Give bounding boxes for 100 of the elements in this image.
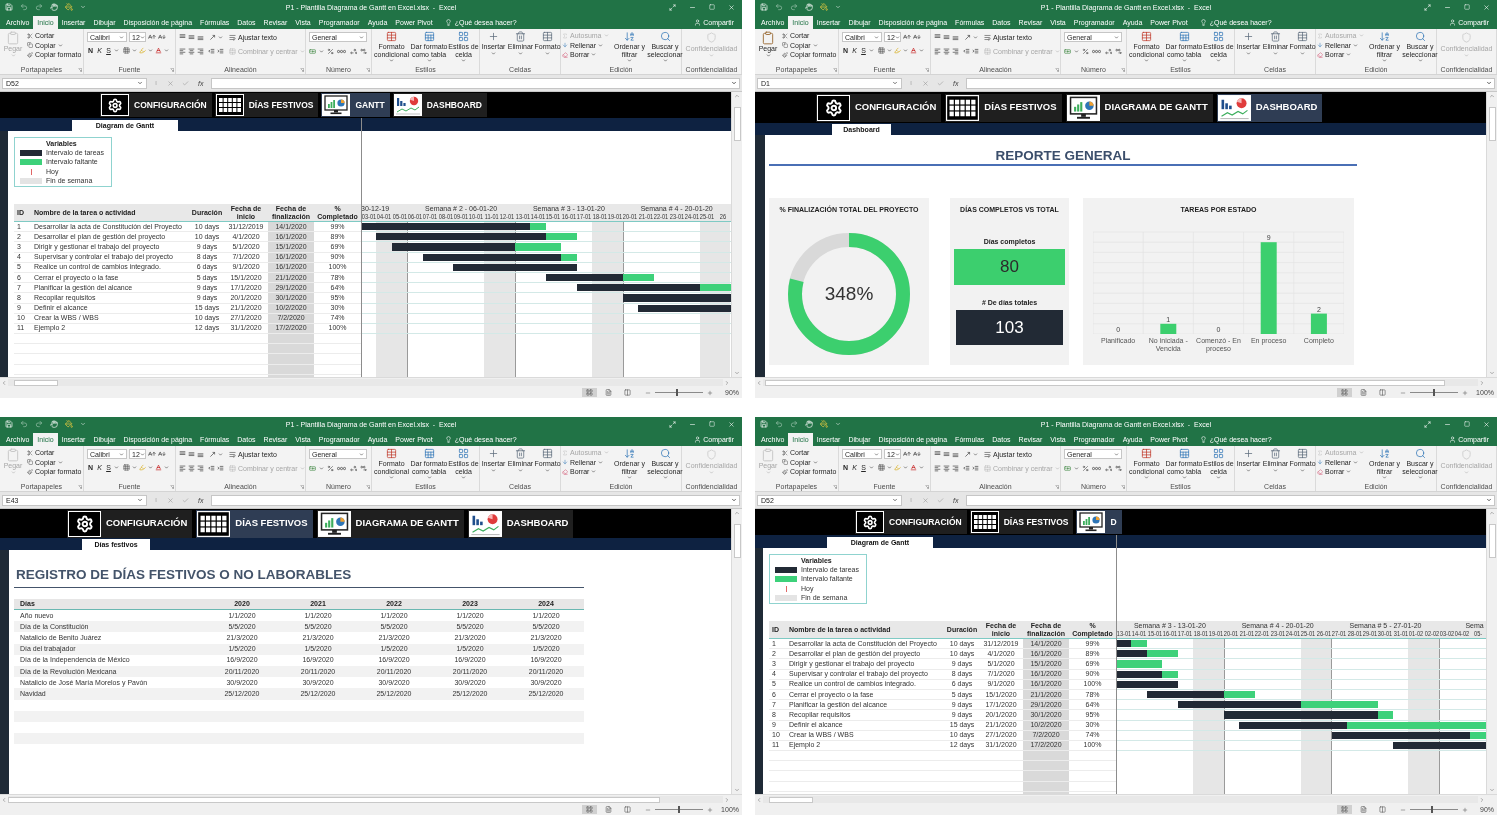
x-icon[interactable]	[922, 496, 929, 504]
decimal-decrease-icon[interactable]	[360, 464, 367, 472]
align-middle-icon[interactable]	[188, 33, 195, 41]
save-icon[interactable]	[760, 420, 768, 428]
indent-increase-icon[interactable]	[972, 47, 979, 55]
hand-icon[interactable]	[50, 3, 58, 11]
decimal-decrease-icon[interactable]	[1115, 464, 1122, 472]
horizontal-scrollbar[interactable]	[763, 796, 1478, 803]
scroll-left-icon[interactable]	[756, 796, 762, 803]
align-bottom-icon[interactable]	[197, 33, 204, 41]
highlighter-icon[interactable]	[894, 464, 901, 471]
formula-input[interactable]	[211, 494, 740, 506]
nav-tab[interactable]: DÍAS FESTIVOS	[214, 93, 319, 117]
nav-tab[interactable]: GANTT	[321, 93, 390, 117]
diagonal-arrow-icon[interactable]	[209, 450, 216, 458]
paint-bucket-icon[interactable]	[820, 3, 828, 11]
view-button[interactable]	[1337, 805, 1352, 814]
diagonal-arrow-icon[interactable]	[209, 33, 216, 41]
expand-arrows-icon[interactable]	[669, 420, 676, 428]
align-right-icon[interactable]	[952, 464, 959, 472]
horizontal-scrollbar[interactable]	[8, 379, 723, 386]
corner-arrow-icon[interactable]	[1121, 67, 1125, 72]
expand-arrows-icon[interactable]	[669, 3, 676, 11]
align-bottom-icon[interactable]	[197, 450, 204, 458]
corner-arrow-icon[interactable]	[1055, 67, 1059, 72]
font-color-icon[interactable]	[910, 47, 917, 54]
zoom-slider-thumb[interactable]	[675, 389, 678, 396]
nav-tab[interactable]: CONFIGURACIÓN	[100, 93, 212, 117]
vertical-scrollbar[interactable]	[731, 509, 742, 794]
plus-icon[interactable]	[707, 806, 713, 813]
a-arrow-up-icon[interactable]	[903, 450, 911, 458]
minus-icon[interactable]	[1400, 806, 1406, 813]
hand-icon[interactable]	[50, 420, 58, 428]
a-arrow-up-icon[interactable]	[148, 450, 156, 458]
highlighter-icon[interactable]	[894, 47, 901, 54]
align-right-icon[interactable]	[197, 464, 204, 472]
align-left-icon[interactable]	[934, 464, 941, 472]
corner-arrow-icon[interactable]	[1055, 484, 1059, 489]
align-middle-icon[interactable]	[943, 450, 950, 458]
expand-arrows-icon[interactable]	[1424, 3, 1431, 11]
nav-tab[interactable]: DASHBOARD	[467, 509, 574, 538]
scrollbar-thumb[interactable]	[1488, 107, 1496, 141]
nav-tab[interactable]: DIAGRAMA DE GANTT	[316, 509, 464, 538]
percent-icon[interactable]	[327, 47, 334, 55]
scroll-down-icon[interactable]	[1489, 787, 1495, 793]
font-color-icon[interactable]	[155, 47, 162, 54]
percent-icon[interactable]	[327, 464, 334, 472]
corner-arrow-icon[interactable]	[366, 484, 370, 489]
align-bottom-icon[interactable]	[952, 450, 959, 458]
minus-icon[interactable]	[645, 389, 651, 396]
circles-icon[interactable]	[337, 48, 346, 54]
decimal-increase-icon[interactable]	[1105, 47, 1112, 55]
scroll-left-icon[interactable]	[1, 379, 7, 386]
undo-icon[interactable]	[775, 3, 783, 11]
scrollbar-thumb[interactable]	[733, 107, 741, 141]
view-button[interactable]	[582, 805, 597, 814]
align-left-icon[interactable]	[179, 464, 186, 472]
indent-decrease-icon[interactable]	[963, 464, 970, 472]
a-arrow-up-icon[interactable]	[148, 33, 156, 41]
table-grid-icon[interactable]	[123, 464, 130, 471]
align-center-icon[interactable]	[943, 47, 950, 55]
scroll-down-icon[interactable]	[734, 787, 740, 793]
check-icon[interactable]	[182, 496, 189, 504]
save-icon[interactable]	[760, 3, 768, 11]
nav-tab[interactable]: CONFIGURACIÓN	[855, 510, 967, 534]
plus-icon[interactable]	[1462, 389, 1468, 396]
zoom-slider-thumb[interactable]	[1430, 806, 1433, 813]
align-center-icon[interactable]	[943, 464, 950, 472]
scroll-right-icon[interactable]	[1479, 379, 1485, 386]
highlighter-icon[interactable]	[139, 47, 146, 54]
align-left-icon[interactable]	[179, 47, 186, 55]
formula-input[interactable]	[966, 494, 1495, 506]
nav-tab[interactable]: DÍAS FESTIVOS	[945, 93, 1062, 122]
indent-increase-icon[interactable]	[972, 464, 979, 472]
decimal-decrease-icon[interactable]	[1115, 47, 1122, 55]
font-color-icon[interactable]	[155, 464, 162, 471]
circles-icon[interactable]	[337, 465, 346, 471]
scroll-down-icon[interactable]	[734, 370, 740, 376]
scroll-up-icon[interactable]	[1489, 93, 1495, 99]
decimal-increase-icon[interactable]	[1105, 464, 1112, 472]
redo-icon[interactable]	[35, 420, 43, 428]
nav-tab[interactable]: DASHBOARD	[1216, 93, 1323, 122]
align-right-icon[interactable]	[952, 47, 959, 55]
decimal-decrease-icon[interactable]	[360, 47, 367, 55]
corner-arrow-icon[interactable]	[78, 67, 82, 72]
redo-icon[interactable]	[790, 3, 798, 11]
view-button[interactable]	[1337, 388, 1352, 397]
percent-icon[interactable]	[1082, 464, 1089, 472]
save-icon[interactable]	[5, 420, 13, 428]
close-icon[interactable]	[1483, 420, 1490, 428]
hand-icon[interactable]	[805, 420, 813, 428]
a-arrow-down-icon[interactable]	[913, 450, 921, 458]
circles-icon[interactable]	[1092, 48, 1101, 54]
caret-icon[interactable]	[80, 421, 86, 427]
align-middle-icon[interactable]	[943, 33, 950, 41]
undo-icon[interactable]	[775, 420, 783, 428]
vertical-scrollbar[interactable]	[1486, 92, 1497, 377]
corner-arrow-icon[interactable]	[833, 484, 837, 489]
caret-icon[interactable]	[835, 421, 841, 427]
font-color-icon[interactable]	[910, 464, 917, 471]
